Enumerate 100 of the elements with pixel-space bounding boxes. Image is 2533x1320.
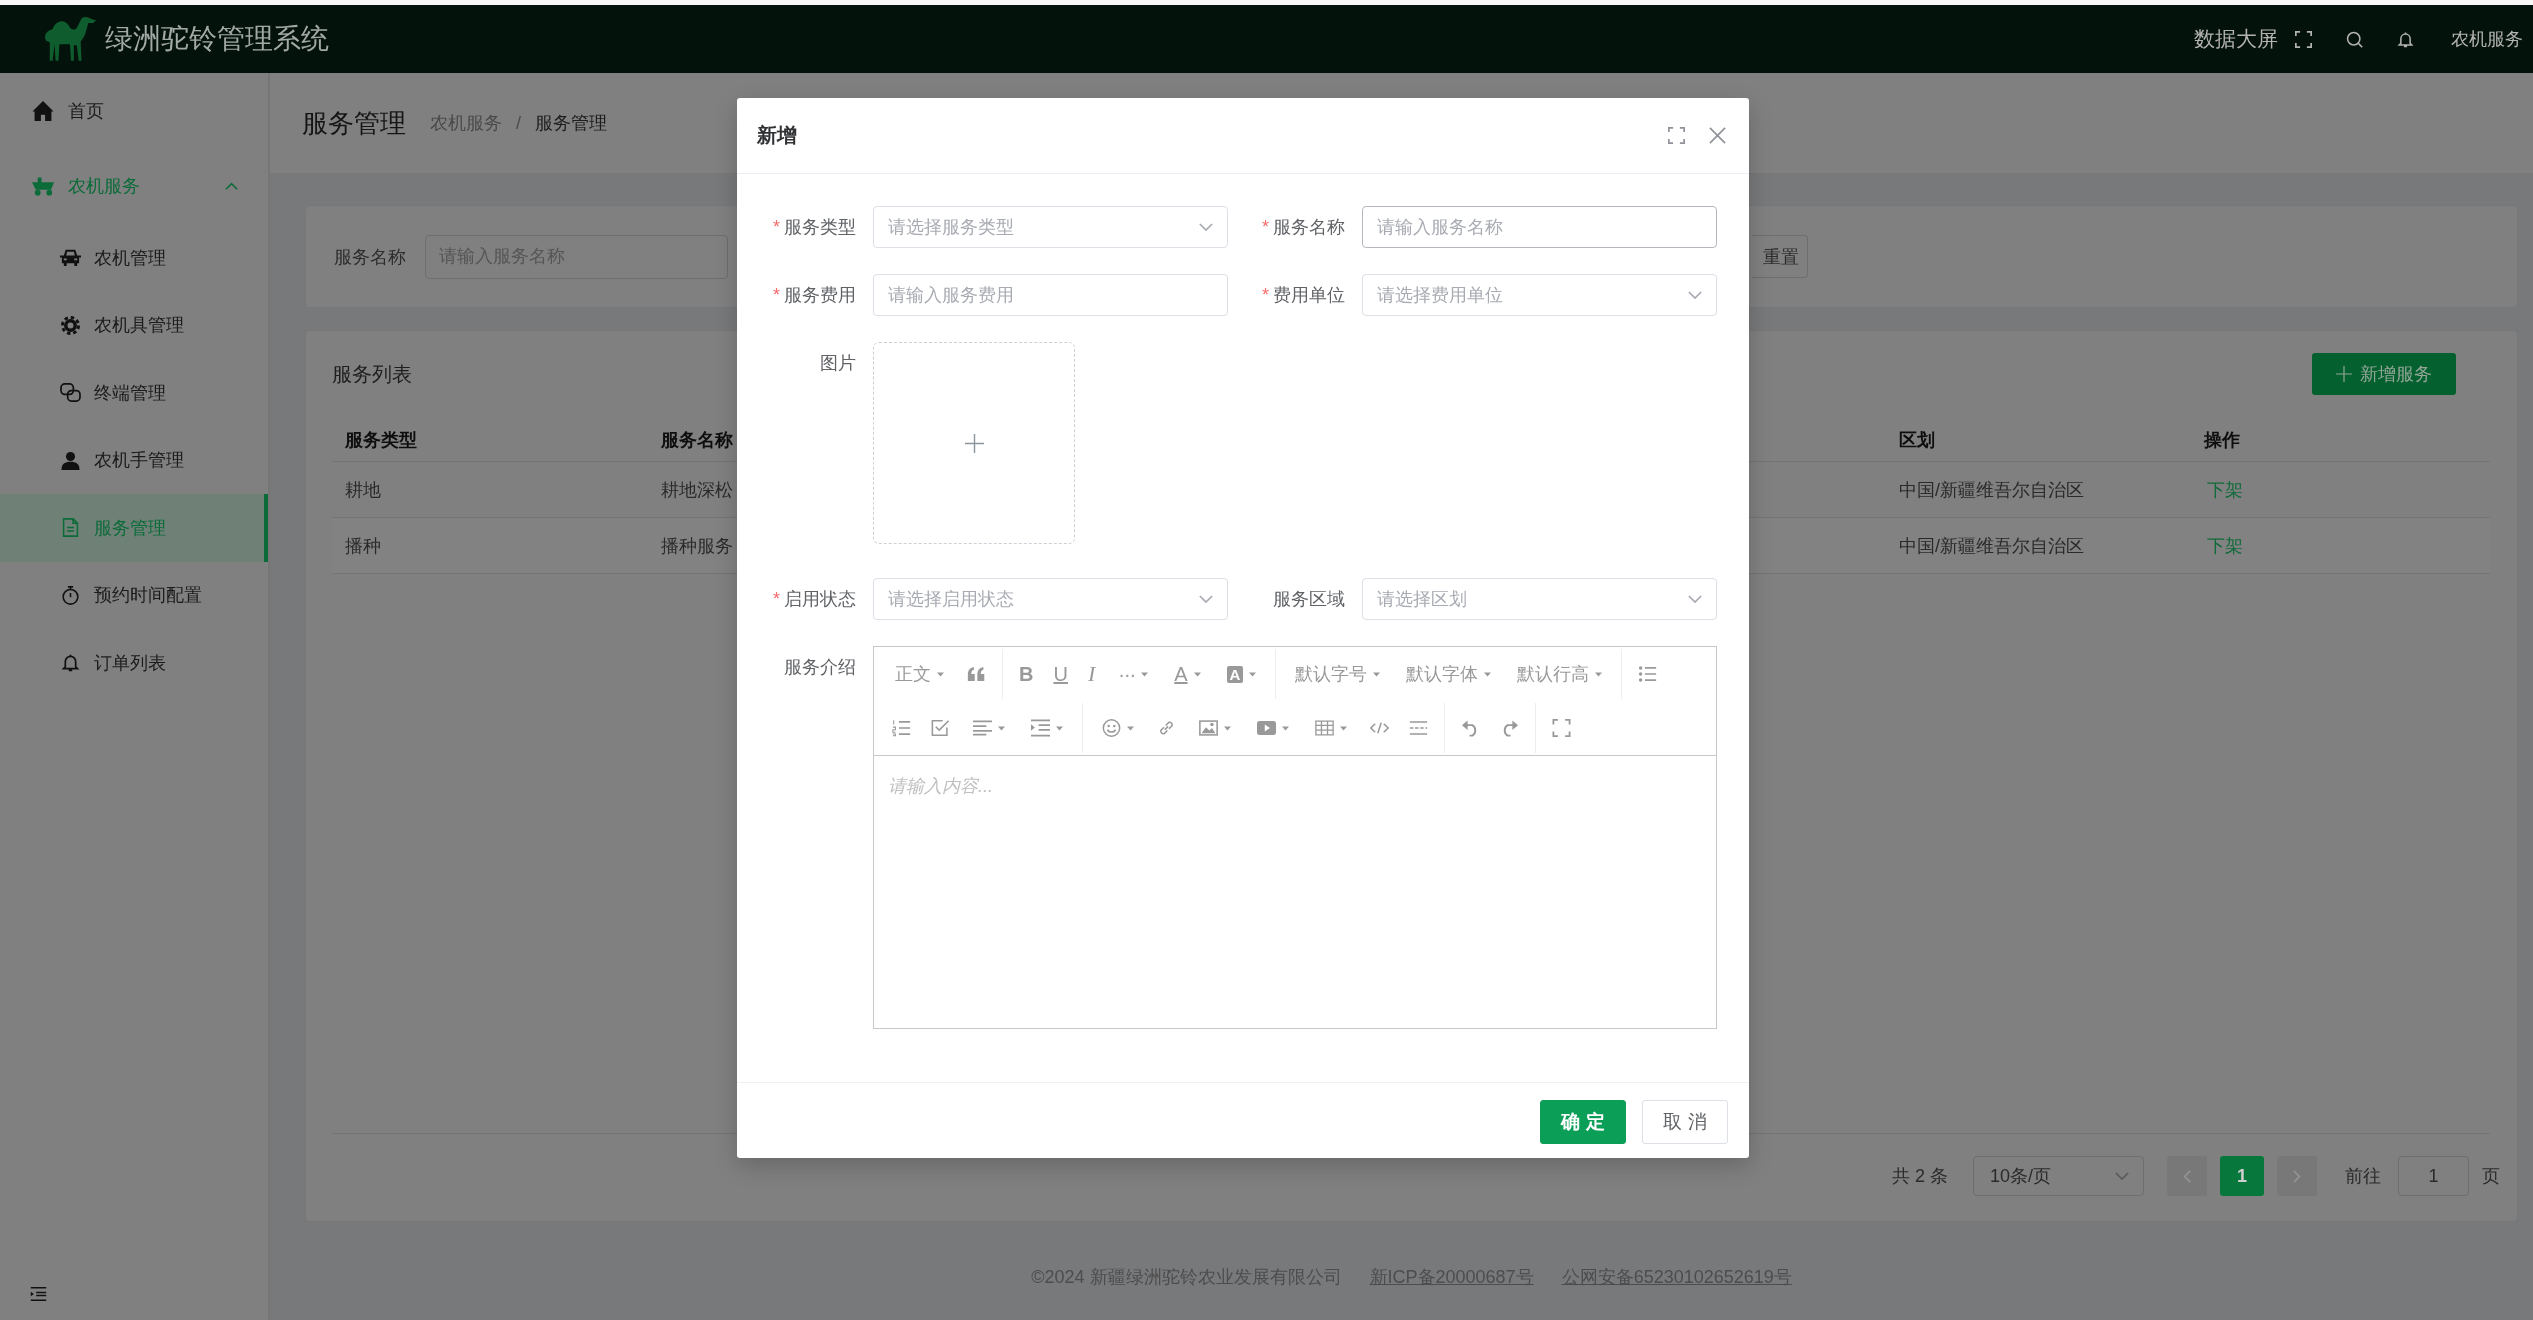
table-cell-text: 耕地深松	[660, 478, 734, 502]
caret-icon	[998, 725, 1005, 731]
field-label: 服务名称	[1273, 216, 1345, 239]
caret-icon	[1340, 725, 1347, 731]
fullscreen-icon[interactable]	[2295, 30, 2312, 48]
fullscreen-icon	[1552, 719, 1571, 737]
table-cell-text: 播种	[344, 534, 382, 558]
caret-icon	[937, 671, 944, 677]
select-field[interactable]: 请选择启用状态	[873, 578, 1228, 620]
submenu-item[interactable]: 农机具管理	[0, 291, 268, 359]
font-family-select[interactable]: 默认字体	[1393, 647, 1505, 701]
table-cell-text: 播种服务	[660, 534, 734, 558]
menu-item[interactable]: 首页	[0, 73, 268, 149]
bell-icon[interactable]	[2397, 30, 2414, 48]
field-label: 服务名称	[334, 245, 407, 269]
required-mark: *	[773, 216, 780, 239]
table-cell-text: 耕地	[344, 478, 382, 502]
video-icon	[1257, 719, 1276, 737]
menu-item[interactable]: 农机服务	[0, 148, 268, 224]
caret-icon	[1127, 725, 1134, 731]
unlist-link[interactable]: 下架	[2207, 535, 2243, 556]
chevron-down-icon	[1688, 290, 1702, 300]
goto-page-field[interactable]: 1	[2398, 1156, 2469, 1196]
heading-select[interactable]: 正文	[882, 647, 957, 701]
reset-button[interactable]: 重置	[1752, 235, 1808, 278]
background-color-button[interactable]: A	[1213, 647, 1270, 701]
person-icon	[60, 450, 81, 470]
column-header: 服务类型	[344, 429, 418, 452]
field-label: 服务类型	[784, 216, 856, 239]
italic-button[interactable]: I	[1077, 647, 1106, 701]
app-title: 绿洲驼铃管理系统	[105, 22, 329, 56]
select-field[interactable]: 请选择区划	[1362, 578, 1717, 620]
bold-button[interactable]: B	[1009, 647, 1044, 701]
page-button[interactable]: 1	[2220, 1156, 2264, 1196]
chevron-down-icon	[1199, 594, 1213, 604]
goto-label: 前往	[2345, 1165, 2381, 1188]
column-header: 区划	[1898, 429, 1936, 452]
caret-icon	[1282, 725, 1289, 731]
indent-icon	[1031, 719, 1050, 737]
submenu-item[interactable]: 农机管理	[0, 224, 268, 292]
close-icon[interactable]	[1709, 127, 1726, 144]
submenu-item[interactable]: 服务管理	[0, 494, 268, 562]
caret-icon	[1056, 725, 1063, 731]
link-icon	[1157, 719, 1176, 737]
submenu-item[interactable]: 预约时间配置	[0, 561, 268, 629]
confirm-button[interactable]: 确 定	[1540, 1100, 1626, 1144]
submenu-item[interactable]: 农机手管理	[0, 426, 268, 494]
card-title: 服务列表	[332, 361, 412, 387]
more-button[interactable]: ···	[1105, 647, 1162, 701]
page-title: 服务管理	[302, 106, 406, 140]
select-field[interactable]: 请选择费用单位	[1362, 274, 1717, 316]
unlist-link[interactable]: 下架	[2207, 479, 2243, 500]
input-field[interactable]: 请输入服务费用	[873, 274, 1228, 316]
select-field[interactable]: 请选择服务类型	[873, 206, 1228, 248]
quote-icon	[967, 665, 986, 683]
input-field[interactable]: 请输入服务名称	[1362, 206, 1717, 248]
underline-button[interactable]: U	[1043, 647, 1078, 701]
dashboard-link[interactable]: 数据大屏	[2194, 25, 2278, 53]
user-menu[interactable]: 农机服务	[2451, 27, 2523, 51]
gear-icon	[60, 315, 81, 335]
submenu-item[interactable]: 订单列表	[0, 629, 268, 697]
cancel-button[interactable]: 取 消	[1642, 1100, 1728, 1144]
chevron-right-icon	[2293, 1169, 2301, 1183]
required-mark: *	[773, 284, 780, 307]
page-size-select[interactable]: 10条/页	[1973, 1156, 2144, 1196]
bullet-list-icon	[1638, 665, 1658, 683]
field-label: 服务介绍	[784, 656, 856, 679]
numbered-list-icon	[892, 719, 911, 737]
field-label: 费用单位	[1273, 284, 1345, 307]
chevron-down-icon	[1688, 594, 1702, 604]
document-icon	[60, 518, 81, 538]
caret-icon	[1193, 671, 1201, 677]
chevron-left-icon	[2183, 1169, 2191, 1183]
required-mark: *	[773, 588, 780, 611]
align-left-icon	[973, 719, 992, 737]
table-icon	[1315, 719, 1334, 737]
dialog-title: 新增	[757, 123, 797, 148]
cart-icon	[32, 176, 54, 197]
bell-icon	[60, 653, 81, 673]
caret-icon	[1224, 725, 1231, 731]
menu-icon[interactable]	[30, 1287, 47, 1301]
camel-icon	[44, 16, 97, 62]
table-cell-text: 中国/新疆维吾尔自治区	[1898, 534, 2085, 558]
column-header: 操作	[2203, 429, 2241, 452]
line-height-select[interactable]: 默认行高	[1504, 647, 1616, 701]
font-color-button[interactable]: A	[1161, 647, 1214, 701]
editor-text-area[interactable]: 请输入内容...	[873, 756, 1717, 1029]
checkbox-icon	[931, 719, 950, 737]
stopwatch-icon	[60, 585, 81, 605]
add-service-button[interactable]: 新增服务	[2312, 353, 2456, 395]
caret-icon	[1141, 671, 1149, 677]
image-icon	[1199, 719, 1218, 737]
caret-icon	[1484, 671, 1492, 677]
required-mark: *	[1262, 284, 1269, 307]
total-count: 共 2 条	[1892, 1165, 1948, 1188]
breadcrumb-item: 服务管理	[535, 112, 607, 135]
column-header: 服务名称	[660, 429, 734, 452]
search-icon[interactable]	[2346, 30, 2363, 48]
font-size-select[interactable]: 默认字号	[1282, 647, 1394, 701]
submenu-item[interactable]: 终端管理	[0, 359, 268, 427]
